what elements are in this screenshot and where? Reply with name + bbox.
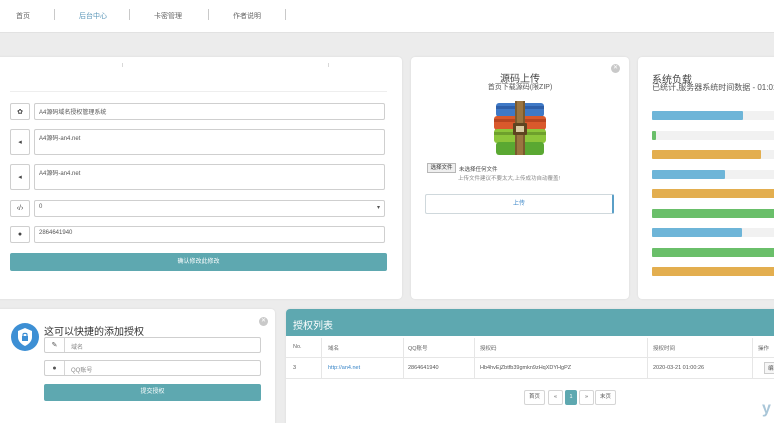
upload-button[interactable]: 上传 [425, 194, 614, 214]
page-current[interactable]: 1 [565, 390, 577, 405]
gear-icon: ✿ [10, 103, 30, 120]
load-bar-fill [652, 130, 657, 140]
load-bar-track [652, 267, 774, 276]
divider [10, 91, 387, 92]
quick-auth-title: 这可以快捷的添加授权 [44, 327, 144, 338]
load-bar-fill [652, 189, 774, 198]
load-bar-track [652, 228, 774, 237]
upload-subtitle: 首页下载源码(限ZIP) [487, 84, 553, 91]
domain-placeholder: 域名 [71, 345, 84, 351]
top-nav: 首页 后台中心 卡密管理 作者说明 [0, 0, 774, 33]
domain-input[interactable]: ✎ 域名 [44, 337, 261, 353]
bell-icon: ● [10, 226, 30, 243]
row-divider [286, 378, 774, 379]
load-bar-track [652, 189, 774, 198]
cell-code: Hb4hvEjZbtfb39gmkn9zHqXDYHgPZ [480, 365, 572, 371]
select-row: ‹/› 0 ▾ [10, 200, 387, 217]
col-header-code: 授权码 [480, 346, 497, 352]
cell-time: 2020-03-21 01:00:26 [653, 365, 705, 371]
load-bar-track [652, 169, 774, 179]
header-tick [122, 63, 123, 67]
close-icon[interactable]: ✕ [259, 317, 268, 326]
cell-qq: 2864641940 [408, 365, 439, 371]
code-icon: ‹/› [10, 200, 30, 217]
system-load-panel: 系统负载 已统计,服务器系统时间数据 - 01:01:3 [638, 57, 774, 299]
shield-lock-icon [11, 323, 39, 351]
nav-author-notes[interactable]: 作者说明 [233, 11, 261, 21]
field2-textarea[interactable]: A4源码-an4.net [34, 129, 385, 155]
load-bar-fill [652, 228, 742, 237]
qq-placeholder: QQ账号 [71, 368, 93, 374]
no-file-text: 未选择任何文件 [459, 167, 498, 173]
col-header-op: 操作 [758, 346, 770, 352]
load-bar-track [652, 150, 774, 159]
header-tick [328, 63, 329, 67]
field2-row: ◂ A4源码-an4.net [10, 129, 387, 155]
column-separator [403, 338, 404, 378]
col-header-no: No. [293, 344, 302, 350]
col-header-time: 授权时间 [653, 346, 676, 352]
load-bar-fill [652, 111, 743, 120]
field3-textarea[interactable]: A4源码-an4.net [34, 164, 385, 190]
qq-account-input[interactable]: ● QQ账号 [44, 360, 261, 376]
auth-list-panel: 授权列表 No. 域名 QQ账号 授权码 授权时间 操作 3 http://an… [286, 309, 774, 423]
load-bar-track [652, 247, 774, 257]
cell-domain-link[interactable]: http://an4.net [328, 365, 360, 371]
page-prev[interactable]: « [548, 390, 563, 405]
load-bar-track [652, 111, 774, 120]
list-title: 授权列表 [293, 321, 333, 332]
upload-panel: ✕ 源码上传 首页下载源码(限ZIP) 选择文件 未选择任何文件 上传文件建议不… [411, 57, 629, 299]
select-value: 0 [39, 204, 43, 210]
col-header-qq: QQ账号 [408, 346, 428, 352]
load-subtitle: 已统计,服务器系统时间数据 - 01:01:3 [652, 83, 774, 92]
list-header: 授权列表 [286, 309, 774, 336]
load-bar-fill [652, 247, 774, 257]
load-bar-track [652, 208, 774, 218]
edit-button[interactable]: 编辑 [764, 362, 774, 374]
qq-input[interactable]: 2864641940 [34, 226, 385, 243]
field3-row: ◂ A4源码-an4.net [10, 164, 387, 190]
archive-icon [494, 101, 546, 155]
load-bar-fill [652, 267, 774, 276]
quick-auth-panel: ✕ 这可以快捷的添加授权 ✎ 域名 ● QQ账号 提交授权 [0, 309, 275, 423]
megaphone-icon: ◂ [10, 164, 30, 190]
column-separator [647, 338, 648, 378]
nav-separator [129, 9, 130, 20]
col-header-domain: 域名 [328, 346, 340, 352]
bell-icon: ● [45, 361, 65, 375]
nav-separator [285, 9, 286, 20]
upload-hint: 上传文件建议不要太大,上传成功自动覆盖! [458, 176, 561, 182]
site-name-input[interactable]: A4源码域名授权管理系统 [34, 103, 385, 120]
nav-admin-center[interactable]: 后台中心 [79, 11, 107, 21]
column-separator [474, 338, 475, 378]
option-select[interactable]: 0 ▾ [34, 200, 385, 217]
nav-separator [54, 9, 55, 20]
nav-card-manage[interactable]: 卡密管理 [154, 11, 182, 21]
nav-separator [208, 9, 209, 20]
nav-home[interactable]: 首页 [16, 11, 30, 21]
load-bar-fill [652, 150, 762, 159]
column-separator [752, 338, 753, 378]
page-last[interactable]: 末页 [595, 390, 616, 405]
page-next[interactable]: » [579, 390, 594, 405]
choose-file-button[interactable]: 选择文件 [427, 163, 456, 173]
page-first[interactable]: 首页 [524, 390, 545, 405]
watermark: y [762, 400, 771, 417]
pencil-icon: ✎ [45, 338, 65, 352]
row-divider [286, 357, 774, 358]
save-button[interactable]: 确认修改此修改 [10, 253, 387, 271]
column-separator [321, 338, 322, 378]
cell-no: 3 [293, 365, 297, 371]
qq-row: ● 2864641940 [10, 226, 387, 243]
site-settings-panel: ✿ A4源码域名授权管理系统 ◂ A4源码-an4.net ◂ A4源码-an4… [0, 57, 402, 299]
caret-down-icon: ▾ [376, 205, 380, 211]
load-bar-fill [652, 169, 725, 179]
site-name-row: ✿ A4源码域名授权管理系统 [10, 103, 387, 120]
load-bar-fill [652, 208, 774, 218]
submit-auth-button[interactable]: 提交授权 [44, 384, 261, 401]
load-bar-track [652, 130, 774, 140]
megaphone-icon: ◂ [10, 129, 30, 155]
